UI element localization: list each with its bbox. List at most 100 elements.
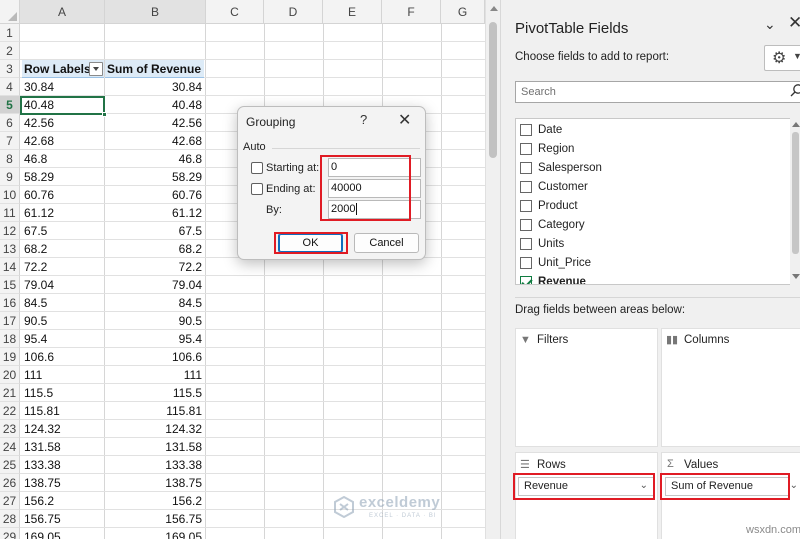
row-label-cell[interactable]: 84.5 [22, 294, 104, 312]
sum-of-revenue-cell[interactable]: 133.38 [105, 456, 204, 474]
row-label-cell[interactable]: 30.84 [22, 78, 104, 96]
help-icon[interactable]: ? [360, 112, 367, 127]
row-header-9[interactable]: 9 [0, 168, 20, 186]
sum-of-revenue-header[interactable]: Sum of Revenue [105, 60, 204, 78]
field-item-customer[interactable]: Customer [520, 178, 790, 197]
checkbox-icon[interactable] [520, 200, 532, 212]
checkbox-icon[interactable] [520, 143, 532, 155]
scrollbar-thumb[interactable] [489, 22, 497, 158]
row-label-cell[interactable]: 138.75 [22, 474, 104, 492]
columns-area[interactable] [661, 328, 800, 447]
row-header-1[interactable]: 1 [0, 24, 20, 42]
field-item-region[interactable]: Region [520, 140, 790, 159]
row-header-15[interactable]: 15 [0, 276, 20, 294]
row-label-cell[interactable]: 61.12 [22, 204, 104, 222]
row-label-cell[interactable]: 133.38 [22, 456, 104, 474]
fill-handle[interactable] [102, 112, 107, 117]
sum-of-revenue-cell[interactable]: 111 [105, 366, 204, 384]
column-header-f[interactable]: F [382, 0, 441, 24]
row-label-cell[interactable]: 60.76 [22, 186, 104, 204]
column-header-b[interactable]: B [105, 0, 206, 24]
sum-of-revenue-cell[interactable]: 156.75 [105, 510, 204, 528]
field-search-input[interactable]: Search [515, 81, 800, 103]
sum-of-revenue-cell[interactable]: 58.29 [105, 168, 204, 186]
row-label-cell[interactable]: 42.68 [22, 132, 104, 150]
sum-of-revenue-cell[interactable]: 68.2 [105, 240, 204, 258]
row-label-cell[interactable]: 90.5 [22, 312, 104, 330]
row-label-cell[interactable]: 131.58 [22, 438, 104, 456]
sum-of-revenue-cell[interactable]: 72.2 [105, 258, 204, 276]
close-icon[interactable]: ✕ [398, 110, 411, 130]
sum-of-revenue-cell[interactable]: 115.5 [105, 384, 204, 402]
row-header-3[interactable]: 3 [0, 60, 20, 78]
row-header-25[interactable]: 25 [0, 456, 20, 474]
row-header-20[interactable]: 20 [0, 366, 20, 384]
sum-of-revenue-cell[interactable]: 67.5 [105, 222, 204, 240]
row-header-14[interactable]: 14 [0, 258, 20, 276]
row-header-5[interactable]: 5 [0, 96, 20, 114]
row-label-cell[interactable]: 169.05 [22, 528, 104, 539]
field-item-salesperson[interactable]: Salesperson [520, 159, 790, 178]
column-header-d[interactable]: D [264, 0, 323, 24]
sum-of-revenue-cell[interactable]: 115.81 [105, 402, 204, 420]
row-label-cell[interactable]: 115.5 [22, 384, 104, 402]
vertical-scrollbar[interactable] [485, 0, 500, 539]
row-header-27[interactable]: 27 [0, 492, 20, 510]
checkbox-icon[interactable] [520, 238, 532, 250]
checkbox-icon[interactable] [520, 276, 532, 284]
row-header-17[interactable]: 17 [0, 312, 20, 330]
checkbox-icon[interactable] [520, 124, 532, 136]
row-header-23[interactable]: 23 [0, 420, 20, 438]
ending-at-checkbox[interactable] [251, 183, 263, 195]
pane-close-icon[interactable]: ✕ [788, 13, 800, 33]
row-label-cell[interactable]: 106.6 [22, 348, 104, 366]
field-item-revenue[interactable]: Revenue [520, 273, 790, 284]
row-label-cell[interactable]: 156.2 [22, 492, 104, 510]
row-label-cell[interactable]: 72.2 [22, 258, 104, 276]
row-header-18[interactable]: 18 [0, 330, 20, 348]
row-label-cell[interactable]: 68.2 [22, 240, 104, 258]
sum-of-revenue-cell[interactable]: 138.75 [105, 474, 204, 492]
row-label-cell[interactable]: 58.29 [22, 168, 104, 186]
sum-of-revenue-cell[interactable]: 84.5 [105, 294, 204, 312]
row-header-11[interactable]: 11 [0, 204, 20, 222]
row-header-22[interactable]: 22 [0, 402, 20, 420]
sum-of-revenue-cell[interactable]: 61.12 [105, 204, 204, 222]
sum-of-revenue-cell[interactable]: 95.4 [105, 330, 204, 348]
starting-at-checkbox[interactable] [251, 162, 263, 174]
row-header-26[interactable]: 26 [0, 474, 20, 492]
row-header-6[interactable]: 6 [0, 114, 20, 132]
row-label-cell[interactable]: 79.04 [22, 276, 104, 294]
sum-of-revenue-cell[interactable]: 79.04 [105, 276, 204, 294]
row-label-cell[interactable]: 67.5 [22, 222, 104, 240]
sum-of-revenue-cell[interactable]: 106.6 [105, 348, 204, 366]
row-label-cell[interactable]: 156.75 [22, 510, 104, 528]
sum-of-revenue-cell[interactable]: 42.68 [105, 132, 204, 150]
checkbox-icon[interactable] [520, 219, 532, 231]
field-list-scroll-thumb[interactable] [792, 132, 799, 254]
sum-of-revenue-cell[interactable]: 169.05 [105, 528, 204, 539]
row-labels-filter-button[interactable] [89, 62, 103, 76]
column-header-c[interactable]: C [206, 0, 264, 24]
row-label-cell[interactable]: 111 [22, 366, 104, 384]
chevron-down-icon[interactable]: ⌄ [790, 477, 798, 494]
scroll-up-icon[interactable] [490, 6, 498, 11]
row-header-19[interactable]: 19 [0, 348, 20, 366]
sum-of-revenue-cell[interactable]: 60.76 [105, 186, 204, 204]
checkbox-icon[interactable] [520, 257, 532, 269]
field-list-scrollbar[interactable] [790, 118, 800, 285]
row-header-12[interactable]: 12 [0, 222, 20, 240]
field-item-category[interactable]: Category [520, 216, 790, 235]
scroll-up-icon[interactable] [792, 122, 800, 127]
cancel-button[interactable]: Cancel [354, 233, 419, 253]
checkbox-icon[interactable] [520, 181, 532, 193]
row-header-24[interactable]: 24 [0, 438, 20, 456]
sum-of-revenue-cell[interactable]: 124.32 [105, 420, 204, 438]
row-header-10[interactable]: 10 [0, 186, 20, 204]
column-header-a[interactable]: A [20, 0, 105, 24]
row-header-2[interactable]: 2 [0, 42, 20, 60]
sum-of-revenue-cell[interactable]: 40.48 [105, 96, 204, 114]
select-all-corner[interactable] [0, 0, 20, 24]
field-item-unit-price[interactable]: Unit_Price [520, 254, 790, 273]
chevron-down-icon[interactable]: ⌄ [764, 16, 776, 33]
